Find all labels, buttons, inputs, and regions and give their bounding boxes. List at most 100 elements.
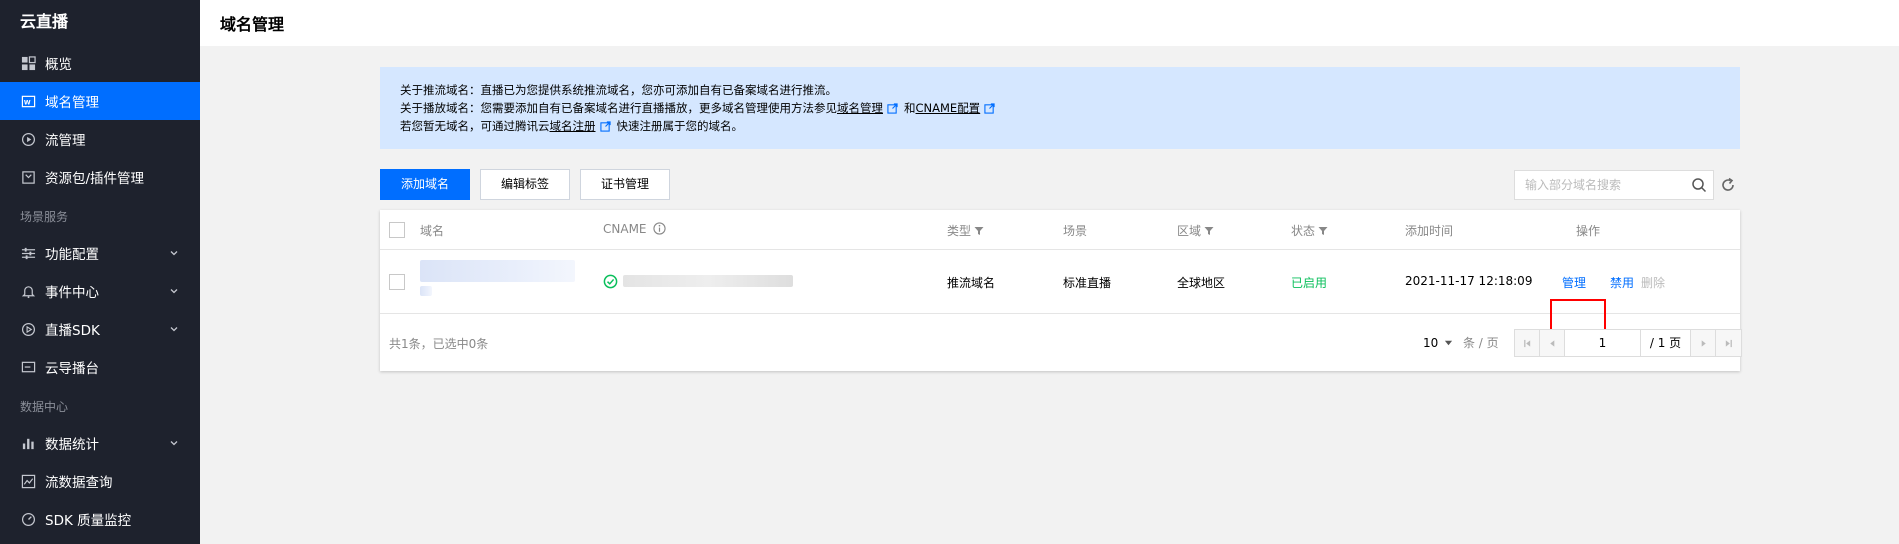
selection-summary: 共1条，已选中0条 (389, 337, 489, 351)
page-number-input[interactable] (1565, 330, 1641, 356)
column-header-cname: CNAME (603, 222, 666, 236)
play-circle-icon (20, 131, 36, 147)
table-footer: 共1条，已选中0条 10 条 / 页 / 1 页 (380, 315, 1742, 371)
delete-link: 删除 (1641, 276, 1666, 290)
info-icon[interactable] (653, 222, 666, 235)
column-header-actions: 操作 (1576, 224, 1601, 238)
cname-value-redacted (623, 275, 793, 287)
domain-value-redacted (420, 286, 432, 296)
sidebar-item-label: 流管理 (45, 133, 86, 149)
sidebar-logo: 云直播 (20, 12, 69, 31)
page-title: 域名管理 (220, 15, 285, 34)
info-notice: 关于推流域名：直播已为您提供系统推流域名，您亦可添加自有已备案域名进行推流。 关… (380, 67, 1740, 149)
box-icon (20, 169, 36, 185)
page-size-select[interactable]: 10 条 / 页 (1423, 334, 1499, 351)
column-header-added-time: 添加时间 (1405, 224, 1454, 238)
edit-tags-button[interactable]: 编辑标签 (480, 169, 570, 200)
notice-text: 关于推流域名：直播已为您提供系统推流域名，您亦可添加自有已备案域名进行推流。 (400, 83, 837, 97)
sidebar-item-event-center[interactable]: 事件中心 (0, 272, 200, 310)
first-page-icon (1523, 339, 1530, 347)
column-header-label: 区域 (1177, 224, 1202, 238)
table-row: 推流域名 标准直播 全球地区 已启用 2021-11-17 12:18:09 管… (380, 250, 1740, 335)
domain-value-redacted[interactable] (420, 260, 575, 282)
next-page-button[interactable] (1691, 330, 1716, 356)
certificate-management-button[interactable]: 证书管理 (580, 169, 670, 200)
sidebar-item-label: 云导播台 (45, 361, 99, 377)
bell-icon (20, 283, 36, 299)
monitor-icon (20, 359, 36, 375)
total-pages: / 1 页 (1641, 330, 1691, 356)
gauge-icon (20, 511, 36, 527)
column-header-status[interactable]: 状态 (1291, 222, 1328, 239)
check-circle-icon (603, 274, 618, 289)
domain-table: 域名 CNAME 类型 场景 区域 状态 添加时间 操作 推流域名 标准直播 全… (380, 210, 1742, 371)
disable-link[interactable]: 禁用 (1610, 274, 1634, 291)
sidebar-item-label: 功能配置 (45, 247, 99, 263)
sidebar-item-stream-data-query[interactable]: 流数据查询 (0, 462, 200, 500)
column-header-scene: 场景 (1063, 224, 1088, 238)
row-checkbox[interactable] (389, 274, 405, 290)
external-link-icon (887, 103, 898, 114)
sidebar-item-domain-management[interactable]: W 域名管理 (0, 82, 200, 120)
search-icon[interactable] (1691, 177, 1707, 193)
cell-added-time: 2021-11-17 12:18:09 (1405, 274, 1533, 288)
column-header-type[interactable]: 类型 (947, 222, 984, 239)
filter-icon[interactable] (974, 226, 984, 236)
domain-management-doc-link[interactable]: 域名管理 (837, 101, 883, 115)
sidebar-item-overview[interactable]: 概览 (0, 44, 200, 82)
sidebar: 云直播 概览 W 域名管理 流管理 资源包/插件管理 场景服务 功能配置 事件中… (0, 0, 200, 544)
sidebar-item-label: 域名管理 (45, 95, 99, 111)
column-header-domain: 域名 (420, 224, 445, 238)
prev-page-button[interactable] (1540, 330, 1565, 356)
notice-line-register: 若您暂无域名，可通过腾讯云域名注册 快速注册属于您的域名。 (400, 117, 1720, 135)
sidebar-item-label: SDK 质量监控 (45, 513, 132, 529)
sidebar-item-feature-config[interactable]: 功能配置 (0, 234, 200, 272)
pagination: / 1 页 (1514, 329, 1742, 357)
page-size-unit: 条 / 页 (1462, 336, 1499, 350)
sidebar-item-stream-management[interactable]: 流管理 (0, 120, 200, 158)
grid-icon (20, 55, 36, 71)
refresh-icon[interactable] (1718, 175, 1738, 195)
sidebar-item-label: 流数据查询 (45, 475, 113, 491)
cell-region: 全球地区 (1177, 276, 1226, 290)
chevron-down-icon (170, 251, 178, 256)
play-icon (20, 321, 36, 337)
select-all-checkbox[interactable] (389, 222, 405, 238)
sidebar-item-label: 直播SDK (45, 323, 100, 339)
filter-icon[interactable] (1318, 226, 1328, 236)
cell-scene: 标准直播 (1063, 276, 1112, 290)
column-header-label: 类型 (947, 224, 972, 238)
manage-link[interactable]: 管理 (1562, 274, 1586, 291)
first-page-button[interactable] (1515, 330, 1540, 356)
sidebar-item-live-sdk[interactable]: 直播SDK (0, 310, 200, 348)
chevron-right-icon (1701, 339, 1706, 347)
sidebar-item-data-statistics[interactable]: 数据统计 (0, 424, 200, 462)
column-header-region[interactable]: 区域 (1177, 222, 1214, 239)
sidebar-item-label: 概览 (45, 57, 72, 73)
sliders-icon (20, 245, 36, 261)
notice-text: 关于播放域名：您需要添加自有已备案域名进行直播播放，更多域名管理使用方法参见 (400, 101, 837, 115)
external-link-icon (599, 121, 611, 132)
column-header-label: CNAME (603, 222, 647, 236)
sidebar-item-label: 事件中心 (45, 285, 99, 301)
notice-line-play: 关于播放域名：您需要添加自有已备案域名进行直播播放，更多域名管理使用方法参见域名… (400, 99, 1720, 117)
table-header: 域名 CNAME 类型 场景 区域 状态 添加时间 操作 (380, 210, 1740, 250)
domain-search-input[interactable] (1515, 171, 1675, 199)
filter-icon[interactable] (1204, 226, 1214, 236)
column-header-label: 状态 (1291, 224, 1316, 238)
svg-text:W: W (23, 99, 30, 106)
add-domain-button[interactable]: 添加域名 (380, 169, 470, 200)
domain-icon: W (20, 93, 36, 109)
page-header: 域名管理 (200, 0, 1899, 46)
sidebar-item-sdk-quality[interactable]: SDK 质量监控 (0, 500, 200, 538)
cname-config-doc-link[interactable]: CNAME配置 (916, 101, 981, 115)
domain-register-link[interactable]: 域名注册 (550, 119, 596, 133)
chevron-down-icon (170, 289, 178, 294)
chevron-left-icon (1549, 339, 1554, 347)
bar-chart-icon (20, 435, 36, 451)
page-size-value: 10 (1423, 336, 1439, 350)
sidebar-item-cloud-director[interactable]: 云导播台 (0, 348, 200, 386)
cell-type: 推流域名 (947, 276, 996, 290)
last-page-button[interactable] (1716, 330, 1741, 356)
sidebar-item-resource-packages[interactable]: 资源包/插件管理 (0, 158, 200, 196)
